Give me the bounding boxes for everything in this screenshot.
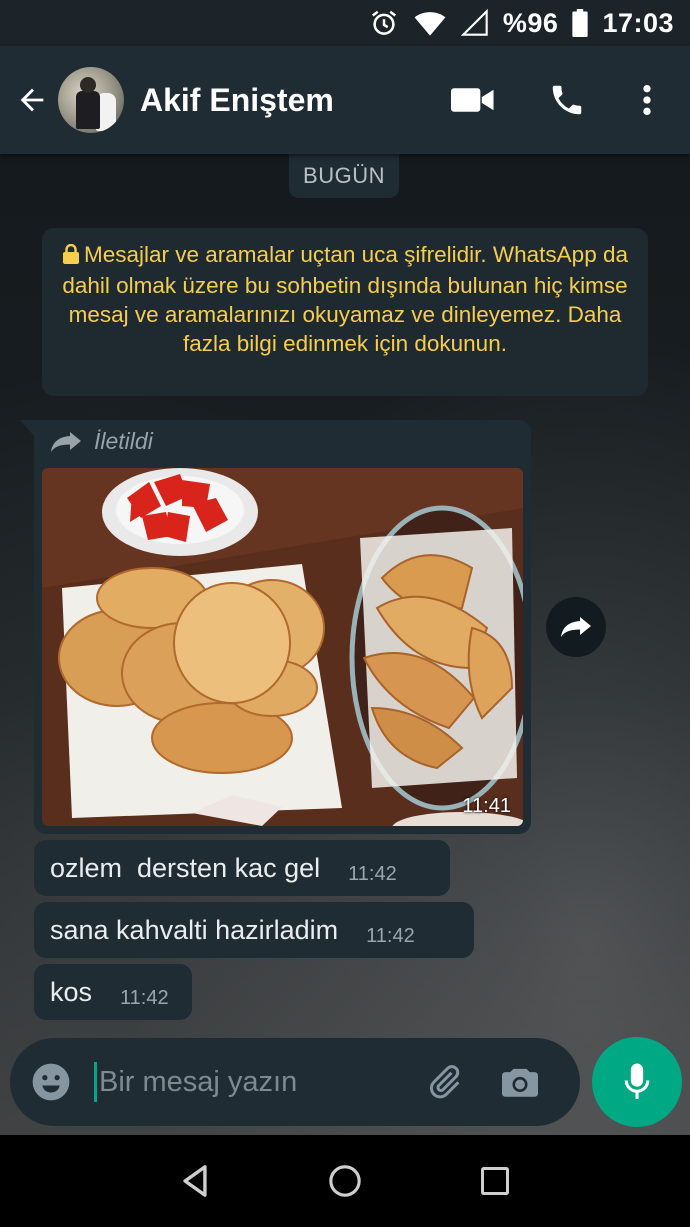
nav-home-button[interactable] xyxy=(310,1146,380,1216)
phone-icon xyxy=(552,85,582,115)
message-text: kos xyxy=(50,976,93,1007)
message-text: ozlem dersten kac gel xyxy=(50,852,321,883)
video-call-icon xyxy=(451,88,494,112)
forwarded-icon xyxy=(51,431,81,452)
nav-home-icon xyxy=(329,1165,361,1197)
message-time: 11:42 xyxy=(120,987,169,1009)
encryption-notice[interactable]: Mesajlar ve aramalar uçtan uca şifrelidi… xyxy=(42,228,648,396)
forwarded-label: İletildi xyxy=(94,428,153,454)
more-options-button[interactable] xyxy=(612,65,682,135)
status-bar: %96 17:03 xyxy=(0,0,690,46)
back-button[interactable] xyxy=(6,70,58,130)
message-text: sana kahvalti hazirladim xyxy=(50,914,339,945)
encryption-notice-text: Mesajlar ve aramalar uçtan uca şifrelidi… xyxy=(62,242,628,356)
message-bubble[interactable]: ozlem dersten kac gel 11:42 xyxy=(34,840,450,896)
message-bubble[interactable]: kos 11:42 xyxy=(34,964,192,1020)
back-arrow-icon xyxy=(20,88,44,112)
voice-record-button[interactable] xyxy=(592,1037,682,1127)
food-photo[interactable]: 11:41 xyxy=(42,468,523,826)
image-message[interactable]: İletildi 11:41 xyxy=(20,420,531,834)
alarm-icon xyxy=(369,8,399,38)
share-arrow-icon xyxy=(561,617,591,637)
nav-back-icon xyxy=(183,1165,207,1197)
message-time: 11:42 xyxy=(348,863,397,885)
voice-call-button[interactable] xyxy=(532,65,602,135)
chat-header: Akif Eniştem xyxy=(0,46,690,154)
food-photo-illustration xyxy=(42,468,523,826)
battery-icon xyxy=(572,9,589,37)
attach-icon xyxy=(429,1065,460,1099)
lock-icon xyxy=(62,242,80,271)
emoji-button[interactable] xyxy=(20,1051,82,1113)
image-time: 11:41 xyxy=(462,795,511,817)
video-call-button[interactable] xyxy=(438,65,508,135)
battery-percent: %96 xyxy=(502,7,559,38)
date-chip: BUGÜN xyxy=(289,154,399,198)
mic-icon xyxy=(624,1063,650,1099)
message-time: 11:42 xyxy=(366,925,415,947)
wifi-icon xyxy=(413,9,447,37)
avatar[interactable] xyxy=(58,67,124,133)
system-nav-bar xyxy=(0,1135,690,1227)
camera-button[interactable] xyxy=(489,1051,551,1113)
message-input[interactable] xyxy=(99,1065,399,1099)
nav-back-button[interactable] xyxy=(160,1146,230,1216)
camera-icon xyxy=(502,1068,538,1097)
more-vertical-icon xyxy=(643,84,651,116)
message-bubble[interactable]: sana kahvalti hazirladim 11:42 xyxy=(34,902,474,958)
nav-recents-button[interactable] xyxy=(460,1146,530,1216)
forwarded-row: İletildi xyxy=(50,428,153,455)
nav-recents-icon xyxy=(481,1167,509,1195)
cell-signal-icon xyxy=(460,9,489,37)
attach-button[interactable] xyxy=(413,1051,475,1113)
contact-name[interactable]: Akif Eniştem xyxy=(140,82,438,119)
message-composer xyxy=(10,1038,580,1126)
text-caret xyxy=(94,1062,97,1102)
emoji-icon xyxy=(32,1063,70,1101)
chat-area[interactable]: BUGÜN Mesajlar ve aramalar uçtan uca şif… xyxy=(0,154,690,1135)
clock: 17:03 xyxy=(602,7,674,38)
forward-share-button[interactable] xyxy=(546,597,606,657)
